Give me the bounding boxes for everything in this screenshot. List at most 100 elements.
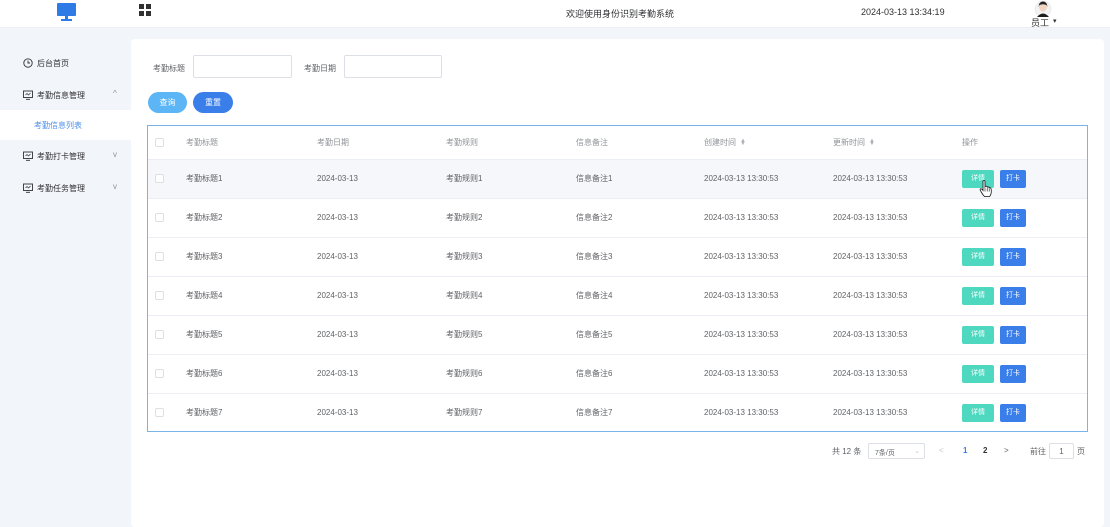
row-checkbox[interactable] <box>155 291 164 301</box>
cell-updated: 2024-03-13 13:30:53 <box>833 252 908 261</box>
cell-ops: 详情 打卡 <box>962 354 1087 393</box>
column-header-remark: 信息备注 <box>576 137 608 147</box>
cell-date: 2024-03-13 <box>317 330 358 339</box>
grid-menu-icon[interactable] <box>139 4 151 16</box>
cell-title: 考勤标题6 <box>186 369 223 378</box>
row-checkbox[interactable] <box>155 408 164 418</box>
prev-page-button[interactable]: < <box>939 446 944 455</box>
page-size-value: 7条/页 <box>875 450 895 457</box>
row-checkbox-cell <box>148 198 186 237</box>
cell-remark: 信息备注1 <box>576 174 613 183</box>
punch-button[interactable]: 打卡 <box>1000 364 1026 383</box>
row-checkbox[interactable] <box>155 330 164 340</box>
reset-button[interactable]: 重置 <box>193 92 233 113</box>
cell-ops: 详情 打卡 <box>962 237 1087 276</box>
next-page-button[interactable]: > <box>1004 446 1009 455</box>
cell-updated: 2024-03-13 13:30:53 <box>833 174 908 183</box>
detail-button[interactable]: 详情 <box>962 247 994 266</box>
column-header-updated[interactable]: 更新时间 ▲ ▼ <box>833 126 962 159</box>
pagination: 共 12 条 7条/页 ⌄ < 1 2 > 前往 页 <box>131 443 1104 459</box>
cell-ops: 详情 打卡 <box>962 198 1087 237</box>
cell-date: 2024-03-13 <box>317 174 358 183</box>
caret-down-icon[interactable]: ▾ <box>1053 17 1057 25</box>
row-checkbox[interactable] <box>155 252 164 262</box>
detail-button[interactable]: 详情 <box>962 403 994 422</box>
cell-ops: 详情 打卡 <box>962 393 1087 432</box>
table-row: 考勤标题1 2024-03-13 考勤规则1 信息备注1 2024-03-13 13:3… <box>148 159 1087 198</box>
monitor-icon <box>23 183 33 193</box>
cell-remark: 信息备注7 <box>576 408 613 418</box>
cell-date: 2024-03-13 <box>317 408 358 418</box>
attendance-table: 考勤标题 考勤日期 考勤规则 信息备注 创建时间 ▲ ▼ 更新时间 ▲ ▼ 操作 考勤标… <box>147 125 1088 432</box>
cell-updated: 2024-03-13 13:30:53 <box>833 330 908 339</box>
row-checkbox[interactable] <box>155 213 164 223</box>
detail-button[interactable]: 详情 <box>962 325 994 344</box>
detail-button[interactable]: 详情 <box>962 286 994 305</box>
monitor-icon <box>23 151 33 161</box>
cell-rule: 考勤规则3 <box>446 252 483 261</box>
row-checkbox-cell <box>148 276 186 315</box>
sidebar-subitem-attendance-list[interactable]: 考勤信息列表 <box>0 110 131 140</box>
table-header-row: 考勤标题 考勤日期 考勤规则 信息备注 创建时间 ▲ ▼ 更新时间 ▲ ▼ 操作 <box>148 126 1087 159</box>
chevron-up-icon: ^ <box>113 89 117 98</box>
table-row: 考勤标题2 2024-03-13 考勤规则2 信息备注2 2024-03-13 13:3… <box>148 198 1087 237</box>
table-row: 考勤标题6 2024-03-13 考勤规则6 信息备注6 2024-03-13 13:3… <box>148 354 1087 393</box>
top-header: 欢迎使用身份识别考勤系统 2024-03-13 13:34:19 员工 ▾ <box>0 0 1110 28</box>
sidebar-item-label: 考勤信息管理 <box>37 91 85 100</box>
punch-button[interactable]: 打卡 <box>1000 169 1026 188</box>
cell-date: 2024-03-13 <box>317 369 358 378</box>
cell-title: 考勤标题4 <box>186 291 223 300</box>
sidebar-subitem-label: 考勤信息列表 <box>34 121 82 130</box>
hand-cursor-icon <box>979 180 992 197</box>
row-checkbox[interactable] <box>155 369 164 379</box>
sort-icon[interactable]: ▲ ▼ <box>869 138 875 147</box>
row-checkbox-cell <box>148 159 186 198</box>
chevron-down-icon: ⌄ <box>914 448 920 455</box>
cell-created: 2024-03-13 13:30:53 <box>704 174 779 183</box>
cell-remark: 信息备注3 <box>576 252 613 261</box>
cell-date: 2024-03-13 <box>317 291 358 300</box>
cell-title: 考勤标题1 <box>186 174 223 183</box>
sidebar-item-attendance-task[interactable]: 考勤任务管理 v <box>0 173 131 203</box>
punch-button[interactable]: 打卡 <box>1000 325 1026 344</box>
goto-page-input[interactable] <box>1049 443 1074 459</box>
punch-button[interactable]: 打卡 <box>1000 208 1026 227</box>
page-size-select[interactable]: 7条/页 ⌄ <box>868 443 925 459</box>
row-checkbox-cell <box>148 237 186 276</box>
sort-icon[interactable]: ▲ ▼ <box>740 138 746 147</box>
row-checkbox[interactable] <box>155 174 164 184</box>
detail-button[interactable]: 详情 <box>962 364 994 383</box>
cell-title: 考勤标题3 <box>186 252 223 261</box>
query-button[interactable]: 查询 <box>148 92 187 113</box>
date-filter-input[interactable] <box>344 55 442 78</box>
cell-date: 2024-03-13 <box>317 213 358 222</box>
goto-suffix: 页 <box>1077 447 1085 456</box>
cell-remark: 信息备注5 <box>576 330 613 339</box>
column-header-ops: 操作 <box>962 137 978 147</box>
cell-remark: 信息备注2 <box>576 213 613 222</box>
cell-updated: 2024-03-13 13:30:53 <box>833 369 908 378</box>
page-number-2[interactable]: 2 <box>983 446 987 455</box>
sidebar-item-attendance-info[interactable]: 考勤信息管理 ^ <box>0 80 131 110</box>
sidebar-item-attendance-punch[interactable]: 考勤打卡管理 v <box>0 141 131 171</box>
table-row: 考勤标题5 2024-03-13 考勤规则5 信息备注5 2024-03-13 13:3… <box>148 315 1087 354</box>
select-all-checkbox[interactable] <box>155 137 164 147</box>
column-header-updated-label: 更新时间 <box>833 137 865 147</box>
monitor-icon <box>23 90 33 100</box>
detail-button[interactable]: 详情 <box>962 208 994 227</box>
cell-updated: 2024-03-13 13:30:53 <box>833 213 908 222</box>
user-name[interactable]: 员工 <box>1031 16 1049 29</box>
title-filter-input[interactable] <box>193 55 292 78</box>
monitor-logo-icon <box>57 3 76 21</box>
punch-button[interactable]: 打卡 <box>1000 403 1026 422</box>
cell-updated: 2024-03-13 13:30:53 <box>833 291 908 300</box>
cell-title: 考勤标题5 <box>186 330 223 339</box>
page-number-1[interactable]: 1 <box>963 446 967 455</box>
sidebar-item-home[interactable]: 后台首页 <box>0 48 131 78</box>
column-header-created[interactable]: 创建时间 ▲ ▼ <box>704 126 833 159</box>
cell-rule: 考勤规则1 <box>446 174 483 183</box>
punch-button[interactable]: 打卡 <box>1000 247 1026 266</box>
punch-button[interactable]: 打卡 <box>1000 286 1026 305</box>
goto-label: 前往 <box>1030 447 1046 456</box>
table-row: 考勤标题7 2024-03-13 考勤规则7 信息备注7 2024-03-13 13:3… <box>148 393 1087 432</box>
